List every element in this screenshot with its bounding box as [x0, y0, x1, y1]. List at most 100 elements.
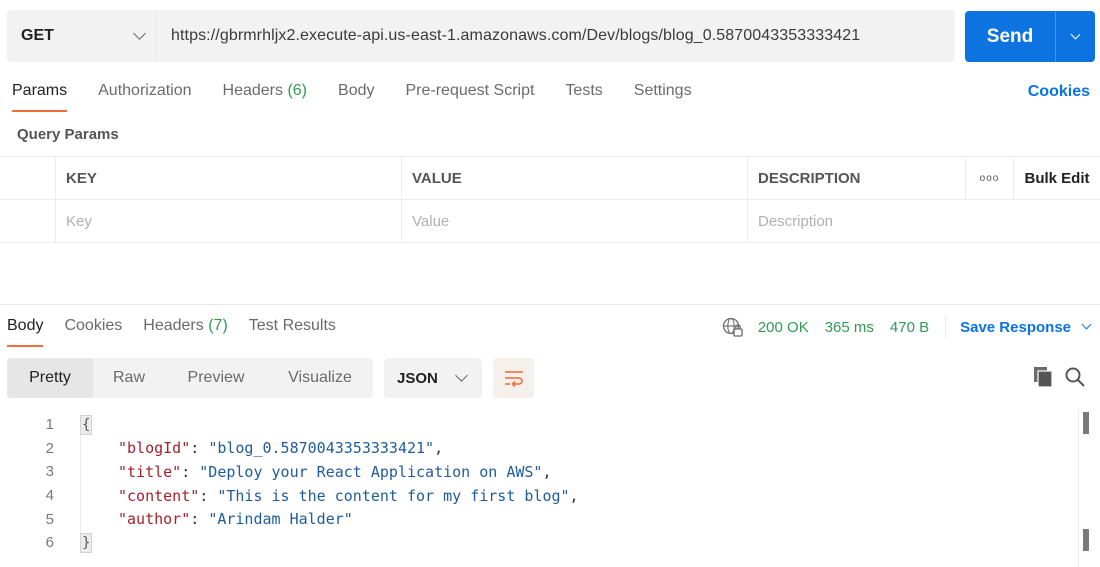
url-input[interactable]: https://gbrmrhljx2.execute-api.us-east-1…: [157, 27, 955, 45]
format-tabs: Pretty Raw Preview Visualize: [7, 358, 373, 398]
tab-response-headers[interactable]: Headers (7): [143, 317, 228, 347]
json-value: "Arindam Halder": [208, 510, 353, 529]
format-preview[interactable]: Preview: [165, 358, 267, 398]
line-number: 3: [45, 463, 54, 481]
table-header-row: KEY VALUE DESCRIPTION ooo Bulk Edit: [0, 157, 1100, 200]
query-params-table: KEY VALUE DESCRIPTION ooo Bulk Edit Key …: [0, 156, 1100, 243]
chevron-down-icon: [133, 27, 146, 40]
language-select-value: JSON: [397, 369, 438, 387]
json-value: "Deploy your React Application on AWS": [199, 462, 543, 481]
wrap-lines-button[interactable]: [493, 358, 534, 398]
tab-pre-request-script[interactable]: Pre-request Script: [405, 82, 534, 112]
response-body-editor[interactable]: 1 { 2 "blogId": "blog_0.5870043353333421…: [0, 413, 1080, 555]
json-comma: ,: [434, 439, 444, 458]
tab-authorization[interactable]: Authorization: [98, 82, 191, 112]
json-comma: ,: [542, 462, 552, 481]
json-key: "title": [118, 462, 182, 481]
response-tabs: Body Cookies Headers (7) Test Results: [7, 317, 357, 347]
line-number: 5: [45, 510, 54, 528]
more-dots-icon: ooo: [979, 172, 1000, 184]
json-colon: :: [190, 439, 209, 458]
tab-tests[interactable]: Tests: [565, 82, 602, 112]
code-line: 2 "blogId": "blog_0.5870043353333421",: [0, 437, 1080, 461]
language-select[interactable]: JSON: [384, 358, 482, 398]
method-label: GET: [21, 27, 54, 44]
code-line: 5 "author": "Arindam Halder": [0, 507, 1080, 531]
wrap-lines-icon: [504, 371, 523, 387]
json-colon: :: [199, 486, 218, 505]
scrollbar-marker-top[interactable]: [1083, 412, 1089, 434]
column-header-description: DESCRIPTION: [748, 157, 966, 199]
scrollbar-marker-bottom[interactable]: [1083, 529, 1089, 551]
tab-label: Params: [12, 82, 68, 99]
globe-lock-icon[interactable]: [722, 316, 744, 338]
description-input[interactable]: Description: [748, 200, 1100, 242]
tab-response-body[interactable]: Body: [7, 317, 44, 347]
search-icon[interactable]: [1064, 366, 1086, 388]
tab-headers[interactable]: Headers (6): [223, 82, 308, 112]
format-pretty[interactable]: Pretty: [7, 358, 93, 398]
response-status-bar: 200 OK 365 ms 470 B Save Response: [722, 316, 1092, 338]
tab-label: Authorization: [98, 82, 192, 99]
tab-body[interactable]: Body: [338, 82, 374, 112]
json-value: "This is the content for my first blog": [217, 486, 570, 505]
tab-test-results[interactable]: Test Results: [249, 317, 336, 347]
json-comma: ,: [569, 486, 579, 505]
status-code: 200 OK: [757, 318, 809, 336]
key-input[interactable]: Key: [56, 200, 402, 242]
code-line: 3 "title": "Deploy your React Applicatio…: [0, 460, 1080, 484]
pane-divider[interactable]: [0, 304, 1100, 305]
format-raw[interactable]: Raw: [93, 358, 165, 398]
chevron-down-icon: [455, 369, 468, 382]
tab-label: Settings: [633, 82, 692, 99]
close-brace: }: [80, 532, 93, 553]
tab-label: Body: [338, 82, 375, 99]
tab-label: Body: [7, 317, 44, 334]
query-params-title: Query Params: [17, 126, 119, 143]
line-number: 4: [45, 487, 54, 505]
line-number: 1: [45, 416, 54, 434]
json-value: "blog_0.5870043353333421": [208, 439, 435, 458]
request-tabs: Params Authorization Headers (6) Body Pr…: [12, 82, 723, 112]
code-line: 1 {: [0, 413, 1080, 437]
send-button[interactable]: Send: [965, 26, 1055, 48]
bulk-edit-button[interactable]: Bulk Edit: [1014, 157, 1100, 199]
status-separator: [945, 316, 947, 338]
chevron-down-icon: [1081, 319, 1092, 330]
save-response-label: Save Response: [960, 318, 1071, 336]
copy-icon[interactable]: [1033, 366, 1053, 388]
json-key: "content": [118, 486, 200, 505]
tab-response-cookies[interactable]: Cookies: [64, 317, 122, 347]
send-button-group: Send: [965, 11, 1095, 62]
line-number: 6: [45, 534, 54, 552]
cookies-link[interactable]: Cookies: [1028, 83, 1090, 101]
code-line: 4 "content": "This is the content for my…: [0, 484, 1080, 508]
json-colon: :: [181, 462, 200, 481]
value-input[interactable]: Value: [402, 200, 748, 242]
response-headers-count-badge: (7): [208, 317, 228, 334]
editor-scrollbar-track[interactable]: [1078, 410, 1079, 567]
chevron-down-icon: [1070, 29, 1081, 39]
headers-count-badge: (6): [287, 82, 308, 99]
tab-label: Headers: [222, 82, 283, 99]
tab-settings[interactable]: Settings: [634, 82, 692, 112]
send-options-button[interactable]: [1056, 29, 1095, 39]
column-header-value: VALUE: [402, 157, 748, 199]
row-checkbox-cell: [0, 200, 56, 242]
json-key: "blogId": [118, 439, 191, 458]
line-number: 2: [45, 439, 54, 457]
json-key: "author": [118, 510, 191, 529]
format-visualize[interactable]: Visualize: [267, 358, 373, 398]
tab-label: Cookies: [64, 317, 123, 334]
save-response-button[interactable]: Save Response: [960, 318, 1092, 336]
response-time: 365 ms: [824, 318, 874, 336]
tab-label: Pre-request Script: [405, 82, 535, 99]
tab-params[interactable]: Params: [12, 82, 68, 112]
tab-label: Headers: [143, 317, 204, 334]
bulk-edit-label: Bulk Edit: [1024, 169, 1090, 187]
code-line: 6 }: [0, 531, 1080, 555]
method-select[interactable]: GET: [7, 10, 157, 62]
tab-label: Tests: [565, 82, 603, 99]
checkbox-column: [0, 157, 56, 199]
more-options-button[interactable]: ooo: [966, 157, 1014, 199]
